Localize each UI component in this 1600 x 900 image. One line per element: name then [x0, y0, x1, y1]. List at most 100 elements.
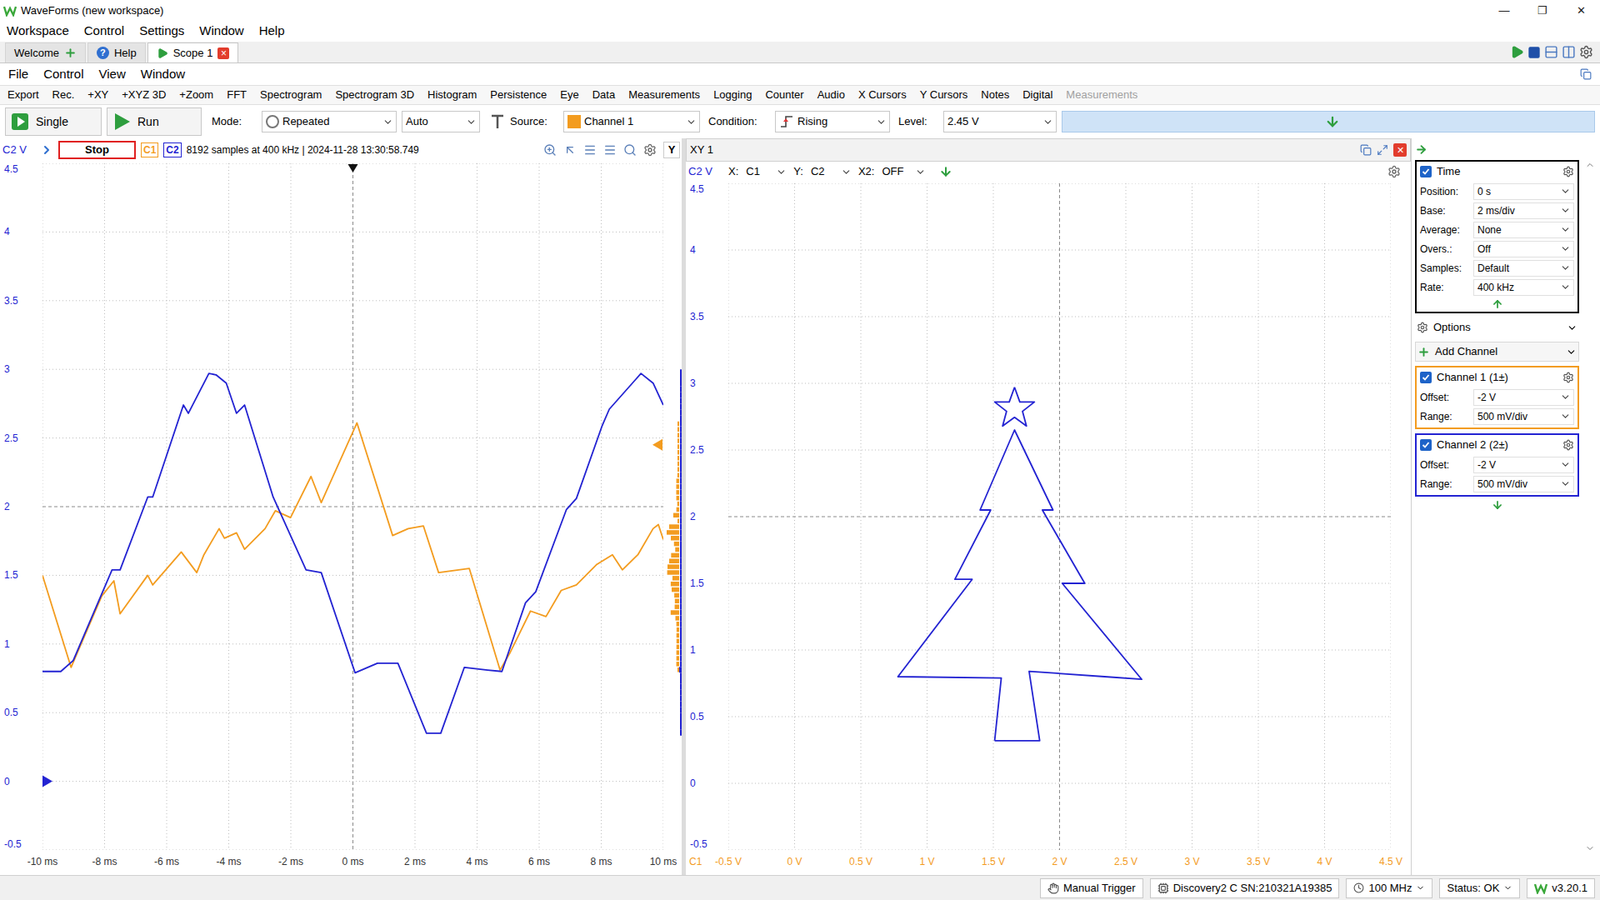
toolbar-button[interactable]: +Zoom	[179, 86, 214, 104]
channel-settings-icon[interactable]	[1562, 371, 1575, 384]
zoom-y-icon[interactable]	[583, 143, 597, 157]
condition-dropdown[interactable]: Rising	[775, 110, 890, 133]
toolbar-button[interactable]: Measurements	[1065, 86, 1138, 104]
window-control[interactable]: ❐	[1523, 0, 1562, 21]
zoom-in-icon[interactable]	[543, 143, 557, 157]
channel-field-dropdown[interactable]: -2 V	[1473, 456, 1575, 474]
level-dropdown[interactable]: 2.45 V	[943, 110, 1057, 133]
menu-item[interactable]: View	[99, 65, 126, 85]
menu-item[interactable]: Settings	[139, 21, 185, 41]
zoom-fit-icon[interactable]	[563, 143, 577, 157]
toolbar-button[interactable]: Audio	[817, 86, 845, 104]
layout-columns-icon[interactable]	[1561, 45, 1576, 60]
toolbar-button[interactable]: Notes	[980, 86, 1010, 104]
workspace-tab[interactable]: ?Help	[87, 42, 146, 63]
checkbox[interactable]	[1420, 371, 1432, 384]
toolbar-button[interactable]: X Cursors	[858, 86, 907, 104]
menu-item[interactable]: Window	[140, 65, 185, 85]
x2-source-dropdown[interactable]: OFF	[878, 163, 929, 180]
toolbar-button[interactable]: Measurements	[628, 86, 700, 104]
channel-field-dropdown[interactable]: 500 mV/div	[1473, 408, 1575, 425]
time-field-dropdown[interactable]: 0 s	[1473, 183, 1575, 200]
scrollbar[interactable]	[1583, 138, 1597, 875]
toolbar-button[interactable]: Eye	[560, 86, 579, 104]
time-field-dropdown[interactable]: None	[1473, 221, 1575, 239]
toolbar-button[interactable]: Counter	[765, 86, 804, 104]
close-xy-button[interactable]: ✕	[1393, 143, 1407, 157]
time-field-dropdown[interactable]: Default	[1473, 260, 1575, 277]
single-button[interactable]: Single	[5, 107, 102, 136]
toolbar-button[interactable]: FFT	[226, 86, 247, 104]
scroll-up-icon[interactable]	[1585, 160, 1595, 170]
auto-dropdown[interactable]: Auto	[401, 110, 480, 133]
menu-item[interactable]: Workspace	[6, 21, 70, 41]
expand-icon[interactable]	[40, 143, 54, 157]
scroll-down-icon[interactable]	[1585, 843, 1595, 854]
status-item[interactable]: Manual Trigger	[1040, 878, 1144, 899]
scope-plot[interactable]	[42, 163, 664, 850]
undock-icon[interactable]	[1360, 144, 1372, 156]
status-item[interactable]: v3.20.1	[1526, 878, 1595, 899]
channel-field-dropdown[interactable]: 500 mV/div	[1473, 475, 1575, 493]
options-row[interactable]: Options	[1415, 318, 1580, 337]
channel-tag[interactable]: C1	[140, 142, 159, 158]
toolbar-button[interactable]: +XYZ 3D	[121, 86, 166, 104]
channel-tag[interactable]: C2	[163, 142, 181, 158]
channel-settings-icon[interactable]	[1562, 439, 1575, 451]
toolbar-button[interactable]: Export	[7, 86, 40, 104]
close-tab-button[interactable]: ×	[217, 47, 230, 60]
arrow-down-icon[interactable]	[939, 165, 953, 179]
toolbar-button[interactable]: Histogram	[427, 86, 477, 104]
trigger-level-marker-icon[interactable]	[652, 439, 663, 451]
toolbar-button[interactable]: Persistence	[490, 86, 547, 104]
plot-settings-icon[interactable]	[643, 143, 657, 157]
toolbar-button[interactable]: Spectrogram 3D	[335, 86, 415, 104]
status-item[interactable]: Status: OK	[1439, 878, 1520, 899]
xy-settings-icon[interactable]	[1387, 165, 1401, 179]
toolbar-button[interactable]: Digital	[1022, 86, 1053, 104]
undock-icon[interactable]	[1580, 68, 1592, 80]
workspace-tab[interactable]: Welcome	[5, 42, 86, 63]
x-source-dropdown[interactable]: C1	[742, 163, 790, 180]
time-settings-icon[interactable]	[1562, 165, 1575, 178]
settings-icon[interactable]	[1579, 45, 1594, 60]
zoom-x-icon[interactable]	[603, 143, 617, 157]
stop-all-icon[interactable]	[1527, 45, 1541, 60]
collapse-panel-icon[interactable]	[1415, 143, 1428, 156]
y-source-dropdown[interactable]: C2	[807, 163, 855, 180]
time-field-dropdown[interactable]: 400 kHz	[1473, 279, 1575, 296]
add-channel-button[interactable]: Add Channel	[1415, 341, 1580, 362]
toolbar-button[interactable]: Data	[592, 86, 615, 104]
menu-item[interactable]: Control	[84, 21, 125, 41]
toolbar-button[interactable]: Logging	[713, 86, 752, 104]
window-control[interactable]: —	[1485, 0, 1524, 21]
zoom-icon[interactable]	[623, 143, 637, 157]
collapse-up-icon[interactable]	[1491, 298, 1504, 310]
maximize-icon[interactable]	[1376, 144, 1389, 156]
expand-down-icon[interactable]	[1491, 499, 1504, 511]
menu-item[interactable]: Control	[43, 65, 84, 85]
layout-rows-icon[interactable]	[1544, 45, 1559, 60]
checkbox[interactable]	[1420, 439, 1432, 451]
trigger-icon[interactable]	[490, 113, 505, 130]
window-control[interactable]: ✕	[1561, 0, 1600, 21]
y-button[interactable]: Y	[663, 141, 680, 159]
trigger-position-bar[interactable]	[1061, 110, 1595, 133]
workspace-tab[interactable]: Scope 1×	[147, 42, 240, 63]
status-item[interactable]: Discovery2 C SN:210321A19385	[1150, 878, 1340, 899]
toolbar-button[interactable]: +XY	[87, 86, 109, 104]
splitter[interactable]	[681, 138, 686, 875]
c2-offset-marker-icon[interactable]	[42, 775, 53, 788]
menu-item[interactable]: File	[8, 65, 29, 85]
toolbar-button[interactable]: Y Cursors	[920, 86, 969, 104]
trigger-position-marker-icon[interactable]	[1325, 114, 1340, 130]
run-button[interactable]: Run	[106, 107, 202, 136]
channel-field-dropdown[interactable]: -2 V	[1473, 389, 1575, 406]
checkbox[interactable]	[1420, 165, 1432, 178]
menu-item[interactable]: Window	[199, 21, 244, 41]
status-item[interactable]: 100 MHz	[1345, 878, 1433, 899]
run-all-icon[interactable]	[1510, 45, 1525, 60]
mode-dropdown[interactable]: Repeated	[261, 110, 397, 133]
trigger-position-marker-icon[interactable]	[348, 164, 359, 173]
time-field-dropdown[interactable]: Off	[1473, 240, 1575, 258]
